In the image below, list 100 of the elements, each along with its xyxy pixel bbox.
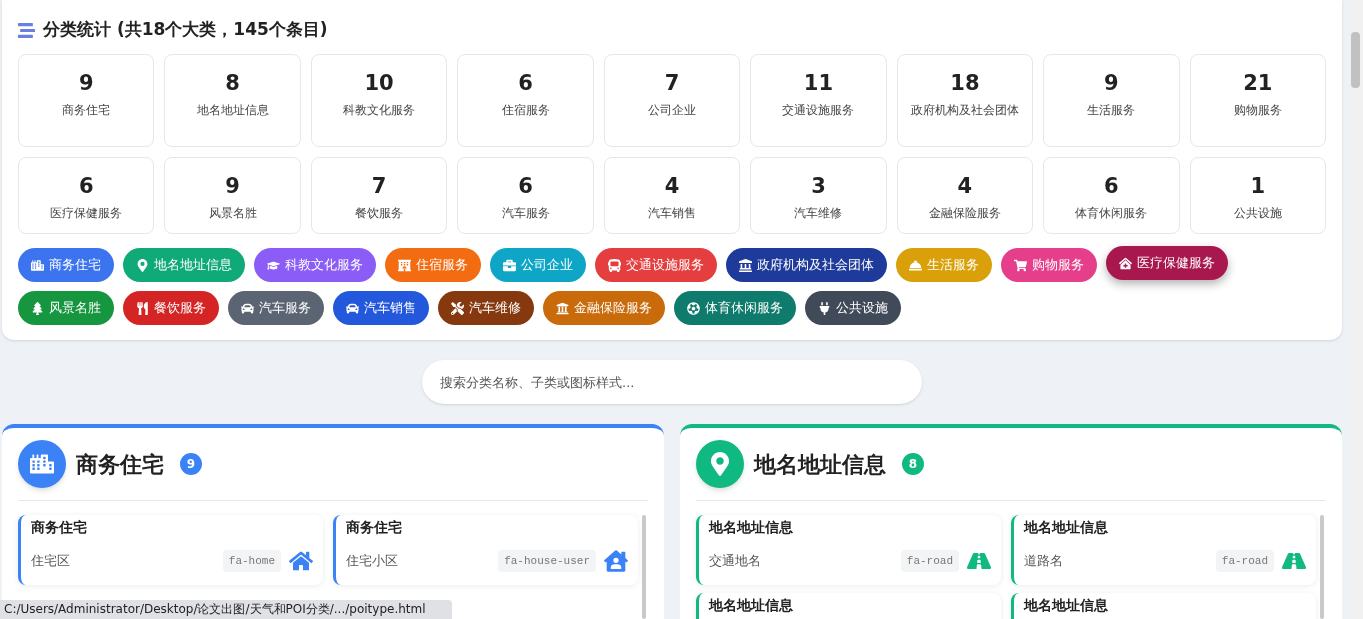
cart-icon <box>1014 258 1027 272</box>
subcategory-title: 地名地址信息 <box>1024 519 1109 535</box>
category-chip[interactable]: 公共设施 <box>805 291 901 325</box>
house-user-icon <box>604 549 628 573</box>
subcategory-name: 住宅区 <box>31 552 71 571</box>
city-icon <box>31 258 44 272</box>
stat-label: 医疗保健服务 <box>50 206 123 220</box>
map-pin-icon <box>696 440 744 488</box>
stat-label: 汽车服务 <box>501 206 550 220</box>
search-field[interactable]: 搜索分类名称、子类或图标样式... <box>422 360 922 404</box>
subcategory-name: 住宅小区 <box>346 552 399 571</box>
hotel-icon <box>398 258 411 272</box>
subcategory-name: 道路名 <box>1024 552 1064 571</box>
stat-count: 9 <box>225 173 240 200</box>
subcategory-card[interactable]: 地名地址信息 <box>1011 593 1316 619</box>
stat-count: 10 <box>364 70 394 97</box>
category-chip[interactable]: 汽车销售 <box>333 291 429 325</box>
stat-label: 风景名胜 <box>208 206 257 220</box>
stat-label: 政府机构及社会团体 <box>910 103 1019 117</box>
stat-count: 3 <box>811 173 826 200</box>
icon-code-tag: fa-road <box>900 549 959 573</box>
tree-icon <box>31 301 44 315</box>
tools-icon <box>451 301 464 315</box>
house-icon <box>289 549 313 573</box>
bell-icon <box>909 258 922 272</box>
category-chip[interactable]: 汽车维修 <box>438 291 534 325</box>
subcategory-title: 地名地址信息 <box>1024 597 1109 613</box>
subcategory-title: 商务住宅 <box>31 519 88 535</box>
category-title: 地名地址信息 <box>754 450 886 479</box>
subcategory-title: 商务住宅 <box>346 519 403 535</box>
subcategory-card[interactable]: 商务住宅 住宅区 fa-home <box>18 515 323 585</box>
city-icon <box>18 440 66 488</box>
category-title: 商务住宅 <box>76 450 164 479</box>
briefcase-icon <box>503 258 516 272</box>
plug-icon <box>818 301 831 315</box>
bus-icon <box>608 258 621 272</box>
count-badge: 9 <box>180 453 202 475</box>
subcategory-card[interactable]: 地名地址信息 <box>696 593 1001 619</box>
map-pin-icon <box>136 258 149 272</box>
page-scrollbar[interactable] <box>1348 0 1363 619</box>
category-chip[interactable]: 住宿服务 <box>385 248 481 282</box>
scrollbar[interactable] <box>1320 515 1324 619</box>
stat-label: 住宿服务 <box>501 103 550 117</box>
subcategory-title: 地名地址信息 <box>709 519 794 535</box>
stat-label: 汽车维修 <box>794 206 843 220</box>
category-chip[interactable]: 商务住宅 <box>18 248 114 282</box>
car-icon <box>346 301 359 315</box>
category-chip[interactable]: 体育休闲服务 <box>674 291 796 325</box>
bank-icon <box>556 301 569 315</box>
category-chip[interactable]: 金融保险服务 <box>543 291 665 325</box>
stat-label: 金融保险服务 <box>928 206 1001 220</box>
stat-label: 购物服务 <box>1233 103 1282 117</box>
stat-count: 6 <box>1104 173 1119 200</box>
stat-label: 餐饮服务 <box>355 206 404 220</box>
stat-count: 8 <box>225 70 240 97</box>
category-chip[interactable]: 科教文化服务 <box>254 248 376 282</box>
stat-label: 生活服务 <box>1087 103 1136 117</box>
chart-icon <box>18 21 35 39</box>
stat-count: 21 <box>1243 70 1273 97</box>
summary-title: 分类统计 (共18个大类，145个条目) <box>43 18 328 42</box>
stat-label: 地名地址信息 <box>196 103 269 117</box>
scrollbar[interactable] <box>642 515 646 619</box>
category-chip[interactable]: 汽车服务 <box>228 291 324 325</box>
category-chip[interactable]: 交通设施服务 <box>595 248 717 282</box>
stat-count: 4 <box>664 173 680 200</box>
stat-count: 6 <box>78 173 94 200</box>
stat-count: 7 <box>371 173 387 200</box>
subcategory-title: 地名地址信息 <box>709 597 794 613</box>
stat-count: 9 <box>78 70 94 97</box>
icon-code-tag: fa-home <box>222 549 281 573</box>
stat-count: 1 <box>1250 173 1266 200</box>
category-chip[interactable]: 医疗保健服务 <box>1106 246 1228 280</box>
category-chip[interactable]: 地名地址信息 <box>123 248 245 282</box>
stat-label: 公司企业 <box>648 103 696 117</box>
stat-label: 商务住宅 <box>62 103 111 117</box>
category-chip[interactable]: 风景名胜 <box>18 291 114 325</box>
status-bar: C:/Users/Administrator/Desktop/论文出图/天气和POI分类/.../poitype.html <box>0 600 452 619</box>
category-chip[interactable]: 餐饮服务 <box>123 291 219 325</box>
stat-label: 汽车销售 <box>648 206 696 220</box>
subcategory-card[interactable]: 地名地址信息 道路名 fa-road <box>1011 515 1316 585</box>
landmark-icon <box>739 258 752 272</box>
subcategory-card[interactable]: 商务住宅 住宅小区 fa-house-user <box>333 515 638 585</box>
stat-label: 科教文化服务 <box>343 103 416 117</box>
stat-label: 体育休闲服务 <box>1075 206 1148 220</box>
category-chip[interactable]: 购物服务 <box>1001 248 1097 282</box>
stat-label: 交通设施服务 <box>782 103 855 117</box>
stat-count: 4 <box>957 173 973 200</box>
icon-code-tag: fa-road <box>1215 549 1274 573</box>
stat-count: 18 <box>950 70 980 97</box>
stat-count: 9 <box>1104 70 1119 97</box>
subcategory-name: 交通地名 <box>709 552 762 571</box>
car-icon <box>241 301 254 315</box>
stat-label: 公共设施 <box>1233 206 1282 220</box>
icon-code-tag: fa-house-user <box>498 549 596 573</box>
stat-count: 7 <box>664 70 680 97</box>
hospital-icon <box>1119 256 1132 270</box>
count-badge: 8 <box>902 453 924 475</box>
subcategory-card[interactable]: 地名地址信息 交通地名 fa-road <box>696 515 1001 585</box>
category-chip[interactable]: 政府机构及社会团体 <box>726 248 887 282</box>
stat-count: 11 <box>803 70 834 97</box>
